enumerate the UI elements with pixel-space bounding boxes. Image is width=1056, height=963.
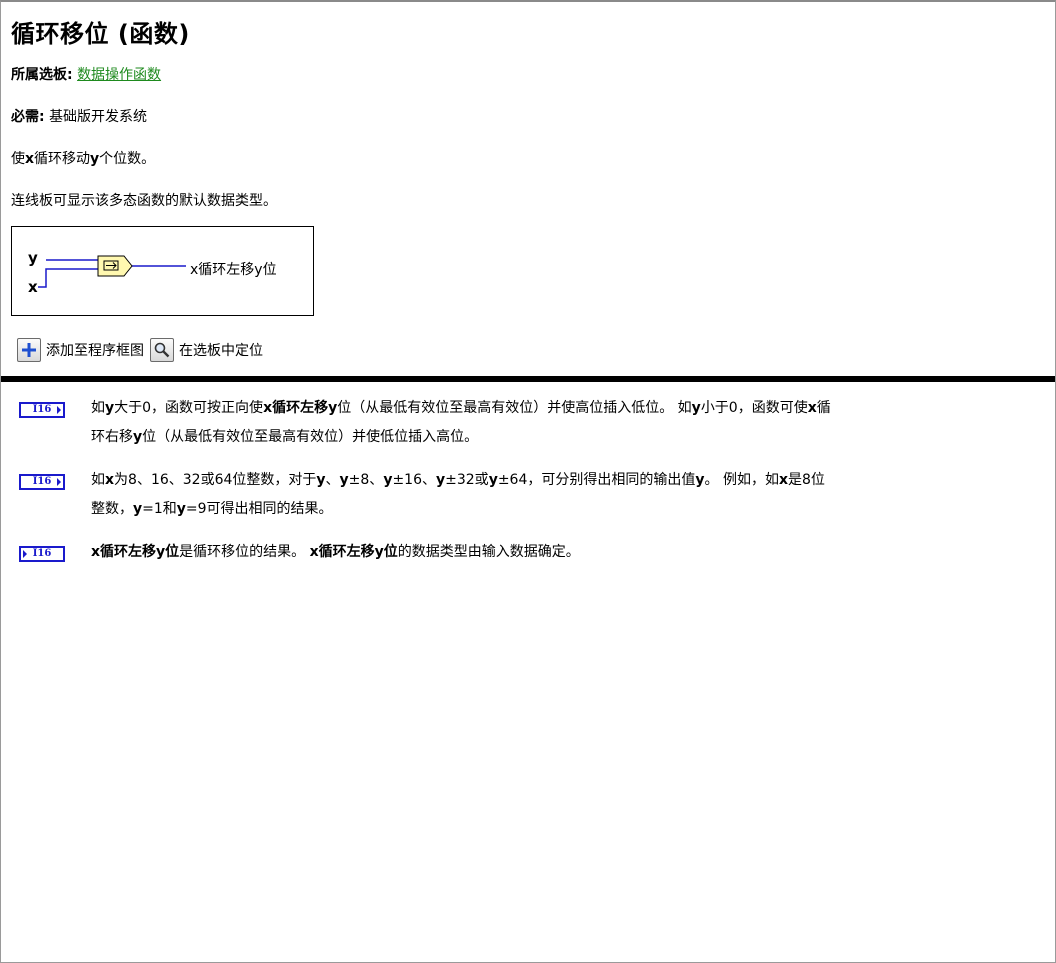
page-title: 循环移位 (函数) [11,20,190,48]
action-row: 添加至程序框图 在选板中定位 [17,336,269,364]
terminal-text-line: 整数，y=1和y=9可得出相同的结果。 [91,501,333,517]
palette-link[interactable]: 数据操作函数 [77,67,161,83]
requires-line: 必需: 基础版开发系统 [11,106,147,126]
locate-in-palette-label: 在选板中定位 [179,343,263,359]
help-window: 循环移位 (函数) 所属选板: 数据操作函数 必需: 基础版开发系统 使x循环移… [0,0,1056,963]
input-x-label: x [28,278,38,296]
i16-control-icon: I16 [19,474,65,490]
requires-value: 基础版开发系统 [49,109,148,125]
connector-pane: y x x循环左移y位 [11,226,314,316]
terminal-text-line: 如y大于0，函数可按正向使x循环左移y位（从最低有效位至最高有效位）并使高位插入… [91,400,831,416]
output-label: x循环左移y位 [190,262,277,278]
locate-in-palette-button[interactable]: 在选板中定位 [150,338,263,362]
terminal-text: 如x为8、16、32或64位整数，对于y、y±8、y±16、y±32或y±64，… [91,466,1051,524]
add-to-diagram-button[interactable]: 添加至程序框图 [17,338,144,362]
terminal-text-line: 如x为8、16、32或64位整数，对于y、y±8、y±16、y±32或y±64，… [91,472,825,488]
plus-icon [17,338,41,362]
palette-line: 所属选板: 数据操作函数 [11,64,161,84]
magnifier-icon [150,338,174,362]
i16-control-icon: I16 [19,402,65,418]
input-y-label: y [28,249,38,267]
requires-label: 必需: [11,109,45,125]
i16-indicator-icon: I16 [19,546,65,562]
terminal-text-line: x循环左移y位是循环移位的结果。 x循环左移y位的数据类型由输入数据确定。 [91,544,580,560]
terminal-text: 如y大于0，函数可按正向使x循环左移y位（从最低有效位至最高有效位）并使高位插入… [91,394,1051,452]
description-connector-note: 连线板可显示该多态函数的默认数据类型。 [11,193,277,209]
add-to-diagram-label: 添加至程序框图 [46,343,144,359]
terminal-text-line: 环右移y位（从最低有效位至最高有效位）并使低位插入高位。 [91,429,479,445]
terminal-text: x循环左移y位是循环移位的结果。 x循环左移y位的数据类型由输入数据确定。 [91,538,1051,567]
description-summary: 使x循环移动y个位数。 [11,151,156,167]
palette-label: 所属选板: [11,67,73,83]
section-divider [1,376,1055,382]
